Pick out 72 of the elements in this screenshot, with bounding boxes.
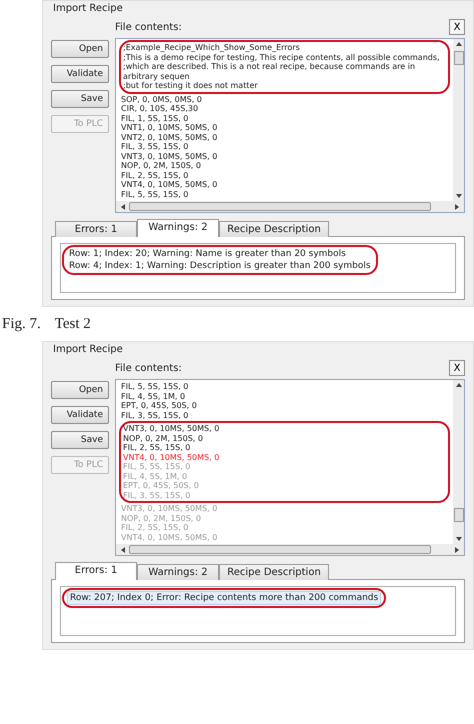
tab[interactable]: Warnings: 2 xyxy=(137,564,219,580)
recipe-line: CIR, 0, 10S, 45S,30 xyxy=(121,104,200,114)
action-button[interactable]: Save xyxy=(51,90,109,108)
recipe-line: VNT3, 0, 10MS, 50MS, 0 xyxy=(121,152,218,161)
scroll-down-icon[interactable] xyxy=(454,536,462,542)
recipe-line: SOP, 0, 0MS, 0MS, 0 xyxy=(121,94,203,104)
recipe-line: FIL, 2, 5S, 15S, 0 xyxy=(121,523,190,532)
group-title: Import Recipe xyxy=(53,344,124,355)
field-label: File contents: xyxy=(115,362,182,374)
recipe-line: FIL, 3, 5S, 15S, 0 xyxy=(121,410,190,420)
recipe-line: VNT3, 0, 10MS, 50MS, 0 xyxy=(123,424,220,434)
scroll-thumb[interactable] xyxy=(454,508,464,522)
scroll-up-icon[interactable] xyxy=(454,41,462,47)
figure-caption: Test 2 xyxy=(54,316,91,332)
tab[interactable]: Recipe Description xyxy=(219,221,329,237)
recipe-line: FIL, 2, 5S, 15S, 0 xyxy=(121,170,190,180)
vertical-scrollbar[interactable] xyxy=(453,380,464,544)
close-button[interactable]: X xyxy=(449,360,465,376)
recipe-line: VNT3, 0, 10MS, 50MS, 0 xyxy=(121,504,218,514)
recipe-line: NOP, 0, 2M, 150S, 0 xyxy=(121,161,202,170)
scroll-left-icon[interactable] xyxy=(120,546,126,554)
recipe-line: FIL, 3, 5S, 15S, 0 xyxy=(121,142,190,152)
recipe-line: ;Example_Recipe_Which_Show_Some_Errors xyxy=(123,43,301,52)
recipe-line: FIL, 1, 5S, 15S, 0 xyxy=(121,114,190,123)
recipe-line: NOP, 0, 2M, 150S, 0 xyxy=(121,514,202,523)
recipe-line: FIL, 5, 5S, 15S, 0 xyxy=(121,382,190,392)
scroll-down-icon[interactable] xyxy=(454,193,462,199)
recipe-line: FIL, 2, 5S, 15S, 0 xyxy=(123,443,192,452)
recipe-line: NOP, 0, 2M, 150S, 0 xyxy=(123,434,204,443)
recipe-line: EPT, 0, 45S, 50S, 0 xyxy=(121,401,198,410)
message-row[interactable]: Row: 1; Index: 20; Warning: Name is greater than 20 symbols xyxy=(67,248,373,260)
action-button[interactable]: Validate xyxy=(51,65,109,83)
tab[interactable]: Errors: 1 xyxy=(55,562,137,580)
recipe-line: FIL, 4, 5S, 1M, 0 xyxy=(123,472,188,481)
recipe-line: ;which are described. This is a not real recipe, because commands are in arbitrary sequen xyxy=(123,62,416,81)
scroll-right-icon[interactable] xyxy=(454,546,460,554)
message-row[interactable]: Row: 207; Index 0; Error: Recipe contents more than 200 commands xyxy=(67,591,382,605)
file-contents-area[interactable] xyxy=(115,379,465,556)
recipe-line: FIL, 3, 5S, 15S, 0 xyxy=(123,490,192,500)
recipe-line: ;but for testing it does not matter xyxy=(123,81,259,90)
recipe-line: VNT4, 0, 10MS, 50MS, 0 xyxy=(121,532,218,542)
action-button[interactable]: Open xyxy=(51,40,109,58)
recipe-line: VNT4, 0, 10MS, 50MS, 0 xyxy=(121,180,218,190)
scroll-left-icon[interactable] xyxy=(120,202,126,210)
action-button[interactable]: Validate xyxy=(51,406,109,424)
field-label: File contents: xyxy=(115,22,182,32)
message-row[interactable]: Row: 4; Index: 1; Warning: Description is greater than 200 symbols xyxy=(67,260,373,272)
recipe-line: EPT, 0, 45S, 50S, 0 xyxy=(123,481,200,490)
recipe-line: FIL, 5, 5S, 15S, 0 xyxy=(123,462,192,472)
scroll-up-icon[interactable] xyxy=(454,382,462,388)
recipe-line: FIL, 5, 5S, 15S, 0 xyxy=(121,190,190,199)
recipe-line: VNT1, 0, 10MS, 50MS, 0 xyxy=(121,123,218,132)
recipe-line: ;This is a demo recipe for testing, This recipe contents, all possible commands, xyxy=(123,52,441,62)
scroll-thumb[interactable] xyxy=(129,545,431,554)
tab[interactable]: Recipe Description xyxy=(219,564,329,580)
figure-number: Fig. 7. xyxy=(2,316,41,332)
action-button[interactable]: Open xyxy=(51,381,109,399)
scroll-thumb[interactable] xyxy=(454,51,464,65)
group-title: Import Recipe xyxy=(53,3,124,14)
scroll-thumb[interactable] xyxy=(129,202,431,211)
recipe-line: VNT2, 0, 10MS, 50MS, 0 xyxy=(121,132,218,142)
horizontal-scrollbar[interactable] xyxy=(116,201,464,212)
file-contents-area[interactable] xyxy=(115,38,465,213)
action-button[interactable]: Save xyxy=(51,431,109,449)
recipe-line: VNT4, 0, 10MS, 50MS, 0 xyxy=(123,452,220,462)
recipe-line: FIL, 4, 5S, 1M, 0 xyxy=(121,392,186,401)
vertical-scrollbar[interactable] xyxy=(453,39,464,201)
tab[interactable]: Errors: 1 xyxy=(55,221,137,237)
tab[interactable]: Warnings: 2 xyxy=(137,219,219,237)
scroll-right-icon[interactable] xyxy=(454,202,460,210)
horizontal-scrollbar[interactable] xyxy=(116,544,464,555)
close-button[interactable]: X xyxy=(449,19,465,35)
